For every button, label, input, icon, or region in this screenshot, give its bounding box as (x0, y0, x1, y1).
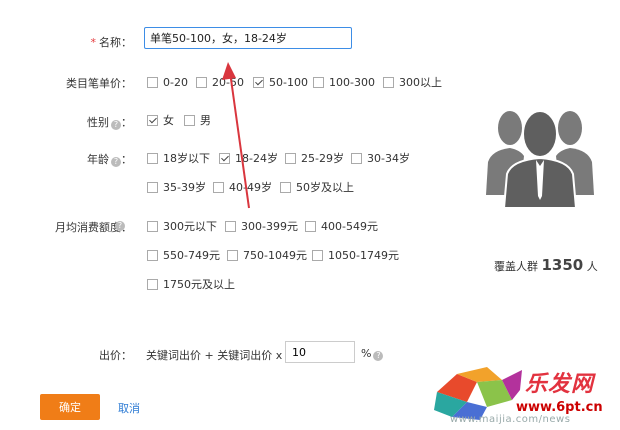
checkbox-label: 300以上 (399, 76, 442, 89)
checkbox-label: 50岁及以上 (296, 181, 354, 194)
checkbox-option[interactable]: 35-39岁 (147, 180, 206, 194)
bid-unit: %? (361, 347, 384, 361)
user-group-icon (486, 110, 594, 209)
checkbox-checked[interactable] (253, 76, 264, 88)
help-icon[interactable]: ? (115, 221, 125, 231)
checkbox-label: 300-399元 (241, 220, 298, 233)
checkbox-option[interactable]: 25-29岁 (285, 151, 344, 165)
checkbox-label: 男 (200, 114, 211, 127)
gender-label: 性别?： (87, 116, 132, 130)
checkbox-label: 50-100 (269, 75, 308, 89)
confirm-button[interactable]: 确定 (40, 394, 100, 420)
watermark-brand: 乐发网 (525, 372, 595, 397)
checkbox-unchecked[interactable] (147, 152, 158, 164)
checkbox-checked[interactable] (147, 114, 158, 126)
checkbox-unchecked[interactable] (147, 249, 158, 261)
checkbox-option[interactable]: 男 (184, 113, 211, 127)
checkbox-label: 750-1049元 (243, 249, 307, 262)
checkbox-option[interactable]: 18-24岁 (219, 151, 278, 165)
checkbox-option[interactable]: 30-34岁 (351, 151, 410, 165)
checkbox-label: 35-39岁 (163, 181, 206, 194)
coverage-count: 1350 (541, 256, 584, 274)
checkbox-option[interactable]: 550-749元 (147, 248, 220, 262)
checkbox-option[interactable]: 50-100 (253, 75, 308, 89)
checkbox-unchecked[interactable] (213, 181, 224, 193)
checkbox-label: 0-20 (163, 75, 188, 89)
checkbox-option[interactable]: 0-20 (147, 75, 188, 89)
checkbox-unchecked[interactable] (147, 278, 158, 290)
checkbox-unchecked[interactable] (351, 152, 362, 164)
checkbox-unchecked[interactable] (383, 76, 394, 88)
required-mark: * (90, 36, 97, 49)
checkbox-unchecked[interactable] (225, 220, 236, 232)
checkbox-option[interactable]: 300以上 (383, 75, 442, 89)
coverage-summary: 覆盖人群 1350 人 (494, 256, 598, 274)
checkbox-label: 400-549元 (321, 220, 378, 233)
checkbox-label: 1050-1749元 (328, 249, 399, 262)
checkbox-label: 100-300 (329, 75, 375, 89)
help-icon[interactable]: ? (111, 120, 121, 130)
help-icon[interactable]: ? (111, 157, 121, 167)
checkbox-label: 300元以下 (163, 220, 217, 233)
watermark-logo-icon (434, 367, 522, 420)
checkbox-label: 40-49岁 (229, 181, 272, 194)
checkbox-label: 20-50 (212, 75, 244, 89)
checkbox-option[interactable]: 40-49岁 (213, 180, 272, 194)
checkbox-unchecked[interactable] (312, 249, 323, 261)
checkbox-unchecked[interactable] (184, 114, 195, 126)
checkbox-label: 550-749元 (163, 249, 220, 262)
spend-label: 月均消费额度： (55, 221, 132, 234)
watermark-site: www.6pt.cn (516, 400, 603, 415)
bid-formula: 关键词出价 + 关键词出价 x (146, 349, 283, 362)
checkbox-checked[interactable] (219, 152, 230, 164)
checkbox-option[interactable]: 300-399元 (225, 219, 298, 233)
checkbox-option[interactable]: 20-50 (196, 75, 244, 89)
price-label: 类目笔单价： (66, 77, 132, 90)
checkbox-option[interactable]: 女 (147, 113, 174, 127)
checkbox-option[interactable]: 18岁以下 (147, 151, 210, 165)
bid-label: 出价： (99, 349, 132, 362)
watermark-url: www.maijia.com/news (450, 414, 571, 425)
checkbox-option[interactable]: 300元以下 (147, 219, 217, 233)
checkbox-option[interactable]: 400-549元 (305, 219, 378, 233)
checkbox-unchecked[interactable] (147, 181, 158, 193)
name-input[interactable] (144, 27, 352, 49)
name-label: * 名称： (90, 36, 133, 49)
cancel-link[interactable]: 取消 (118, 400, 140, 416)
checkbox-option[interactable]: 100-300 (313, 75, 375, 89)
checkbox-option[interactable]: 50岁及以上 (280, 180, 354, 194)
checkbox-option[interactable]: 1050-1749元 (312, 248, 399, 262)
checkbox-unchecked[interactable] (147, 220, 158, 232)
checkbox-unchecked[interactable] (196, 76, 207, 88)
checkbox-unchecked[interactable] (285, 152, 296, 164)
checkbox-unchecked[interactable] (147, 76, 158, 88)
checkbox-label: 18-24岁 (235, 152, 278, 165)
checkbox-label: 30-34岁 (367, 152, 410, 165)
checkbox-label: 女 (163, 114, 174, 127)
bid-percent-input[interactable] (285, 341, 355, 363)
checkbox-label: 25-29岁 (301, 152, 344, 165)
checkbox-option[interactable]: 750-1049元 (227, 248, 307, 262)
help-icon[interactable]: ? (373, 351, 384, 361)
checkbox-unchecked[interactable] (280, 181, 291, 193)
checkbox-label: 18岁以下 (163, 152, 210, 165)
age-label: 年龄?： (87, 153, 132, 167)
checkbox-label: 1750元及以上 (163, 278, 235, 291)
checkbox-unchecked[interactable] (227, 249, 238, 261)
checkbox-unchecked[interactable] (305, 220, 316, 232)
checkbox-option[interactable]: 1750元及以上 (147, 277, 235, 291)
checkbox-unchecked[interactable] (313, 76, 324, 88)
